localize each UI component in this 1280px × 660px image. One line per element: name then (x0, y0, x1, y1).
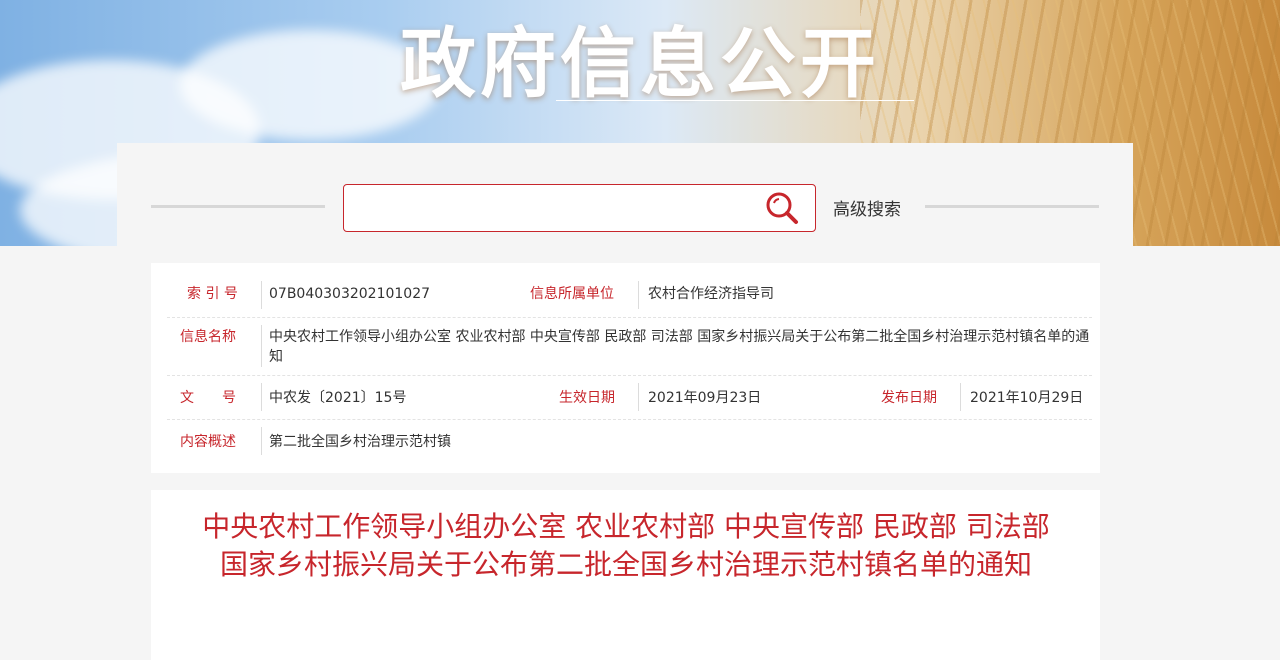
name-value: 中央农村工作领导小组办公室 农业农村部 中央宣传部 民政部 司法部 国家乡村振兴… (269, 329, 1090, 365)
column-divider (960, 383, 961, 411)
unit-label: 信息所属单位 (530, 286, 614, 302)
summary-label: 内容概述 (180, 434, 236, 450)
search-icon[interactable] (765, 191, 799, 225)
main-panel: 高级搜索 索 引 号 07B040303202101027 信息所属单位 农村合… (117, 143, 1133, 660)
column-divider (638, 383, 639, 411)
article-container: 中央农村工作领导小组办公室 农业农村部 中央宣传部 民政部 司法部 国家乡村振兴… (151, 490, 1100, 660)
info-row-index: 索 引 号 07B040303202101027 信息所属单位 农村合作经济指导… (167, 275, 1092, 318)
info-row-name: 信息名称 中央农村工作领导小组办公室 农业农村部 中央宣传部 民政部 司法部 国… (167, 317, 1092, 376)
column-divider (261, 427, 262, 455)
search-decor-line-left (151, 205, 325, 208)
summary-value: 第二批全国乡村治理示范村镇 (269, 434, 451, 450)
effective-date-label: 生效日期 (559, 390, 615, 406)
column-divider (261, 281, 262, 309)
info-row-docno: 文 号 中农发〔2021〕15号 生效日期 2021年09月23日 发布日期 2… (167, 375, 1092, 420)
index-label: 索 引 号 (187, 286, 238, 302)
advanced-search-link[interactable]: 高级搜索 (833, 195, 901, 220)
unit-value: 农村合作经济指导司 (648, 286, 774, 302)
column-divider (638, 281, 639, 309)
column-divider (261, 325, 262, 367)
article-title: 中央农村工作领导小组办公室 农业农村部 中央宣传部 民政部 司法部 国家乡村振兴… (202, 510, 1050, 581)
docno-label: 文 号 (180, 390, 236, 406)
search-input[interactable] (354, 185, 758, 231)
effective-date-value: 2021年09月23日 (648, 390, 762, 406)
publish-date-value: 2021年10月29日 (970, 390, 1084, 406)
search-box (343, 184, 816, 232)
info-row-summary: 内容概述 第二批全国乡村治理示范村镇 (167, 419, 1092, 463)
name-label: 信息名称 (180, 329, 236, 345)
index-value: 07B040303202101027 (269, 286, 431, 302)
search-decor-line-right (925, 205, 1099, 208)
publish-date-label: 发布日期 (881, 390, 937, 406)
info-table: 索 引 号 07B040303202101027 信息所属单位 农村合作经济指导… (151, 263, 1100, 473)
banner-title: 政府信息公开 (400, 19, 880, 108)
column-divider (261, 383, 262, 411)
banner-divider (556, 100, 914, 101)
docno-value: 中农发〔2021〕15号 (269, 390, 407, 406)
